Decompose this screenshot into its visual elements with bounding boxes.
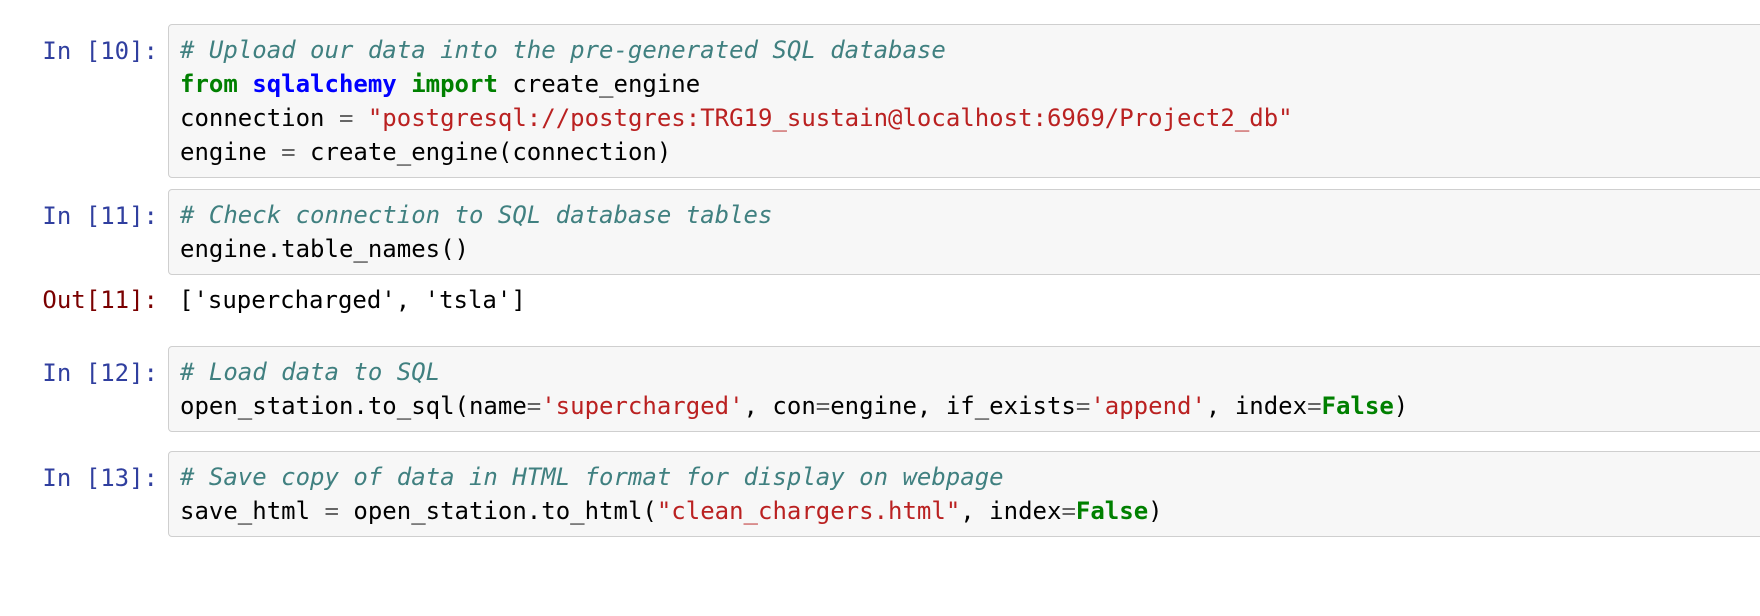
code-token-comment: # Check connection to SQL database table…: [180, 201, 773, 229]
code-token-comment: # Upload our data into the pre-generated…: [180, 36, 946, 64]
code-token-const: False: [1321, 392, 1394, 420]
input-prompt: In [13]:: [42, 464, 158, 492]
code-token-string: "clean_chargers.html": [656, 497, 961, 525]
code-token-module: sqlalchemy: [252, 70, 397, 98]
code-token-string: 'supercharged': [541, 392, 744, 420]
code-line: # Load data to SQL: [180, 355, 1760, 389]
code-token-op: =: [1307, 392, 1322, 420]
output-prompt: Out[11]:: [42, 286, 158, 314]
code-token-string: "postgresql://postgres:TRG19_sustain@loc…: [367, 104, 1293, 132]
output-text: ['supercharged', 'tsla']: [168, 283, 1760, 317]
code-token-plain: engine.table_names(): [180, 235, 469, 263]
code-token-comment: # Load data to SQL: [180, 358, 441, 386]
output-area: ['supercharged', 'tsla']: [168, 283, 1760, 317]
code-token-op: =: [526, 392, 542, 420]
code-token-keyword: from: [180, 70, 238, 98]
code-token-comment: # Save copy of data in HTML format for d…: [180, 463, 1004, 491]
code-token-plain: create_engine: [497, 70, 701, 98]
code-editor[interactable]: # Upload our data into the pre-generated…: [169, 25, 1760, 177]
code-editor[interactable]: # Check connection to SQL database table…: [169, 190, 1760, 274]
code-editor[interactable]: # Load data to SQL open_station.to_sql(na…: [169, 347, 1760, 431]
input-prompt: In [10]:: [42, 37, 158, 65]
code-line: engine = create_engine(connection): [180, 135, 1760, 169]
code-line: from sqlalchemy import create_engine: [180, 67, 1760, 101]
code-editor[interactable]: # Save copy of data in HTML format for d…: [169, 452, 1760, 536]
code-input-area[interactable]: # Save copy of data in HTML format for d…: [168, 451, 1760, 537]
code-token-plain: engine: [180, 138, 282, 166]
code-line: # Save copy of data in HTML format for d…: [180, 460, 1760, 494]
code-token-plain: connection: [180, 104, 339, 132]
code-token-op: =: [815, 392, 831, 420]
code-line: # Upload our data into the pre-generated…: [180, 33, 1760, 67]
code-token-keyword: import: [411, 70, 498, 98]
code-token-plain: ): [1148, 497, 1163, 525]
code-input-area[interactable]: # Load data to SQL open_station.to_sql(na…: [168, 346, 1760, 432]
code-token-plain: create_engine(connection): [295, 138, 672, 166]
code-token-op: =: [281, 138, 296, 166]
notebook: In [10]: # Upload our data into the pre-…: [0, 0, 1760, 616]
code-input-area[interactable]: # Upload our data into the pre-generated…: [168, 24, 1760, 178]
code-line: engine.table_names(): [180, 232, 1760, 266]
code-token-op: =: [1061, 497, 1076, 525]
code-token-plain: engine, if_exists: [830, 392, 1076, 420]
code-token-const: False: [1075, 497, 1149, 525]
code-line: ['supercharged', 'tsla']: [179, 283, 1749, 317]
code-token-plain: save_html: [180, 497, 325, 525]
input-prompt: In [11]:: [42, 202, 158, 230]
code-input-area[interactable]: # Check connection to SQL database table…: [168, 189, 1760, 275]
code-line: save_html = open_station.to_html("clean_…: [180, 494, 1760, 528]
code-token-op: =: [1075, 392, 1091, 420]
code-token-plain: open_station.to_html(: [338, 497, 657, 525]
code-token-plain: , index: [960, 497, 1062, 525]
input-prompt: In [12]:: [42, 359, 158, 387]
code-token-plain: , index: [1205, 392, 1308, 420]
code-line: # Check connection to SQL database table…: [180, 198, 1760, 232]
code-token-op: =: [338, 104, 354, 132]
code-line: connection = "postgresql://postgres:TRG1…: [180, 101, 1760, 135]
code-token-plain: ['supercharged', 'tsla']: [179, 286, 526, 314]
code-token-op: =: [324, 497, 339, 525]
code-token-plain: , con: [743, 392, 816, 420]
code-token-plain: ): [1393, 392, 1409, 420]
code-token-string: 'append': [1090, 392, 1206, 420]
code-line: open_station.to_sql(name='supercharged',…: [180, 389, 1760, 423]
code-token-plain: open_station.to_sql(name: [180, 392, 527, 420]
